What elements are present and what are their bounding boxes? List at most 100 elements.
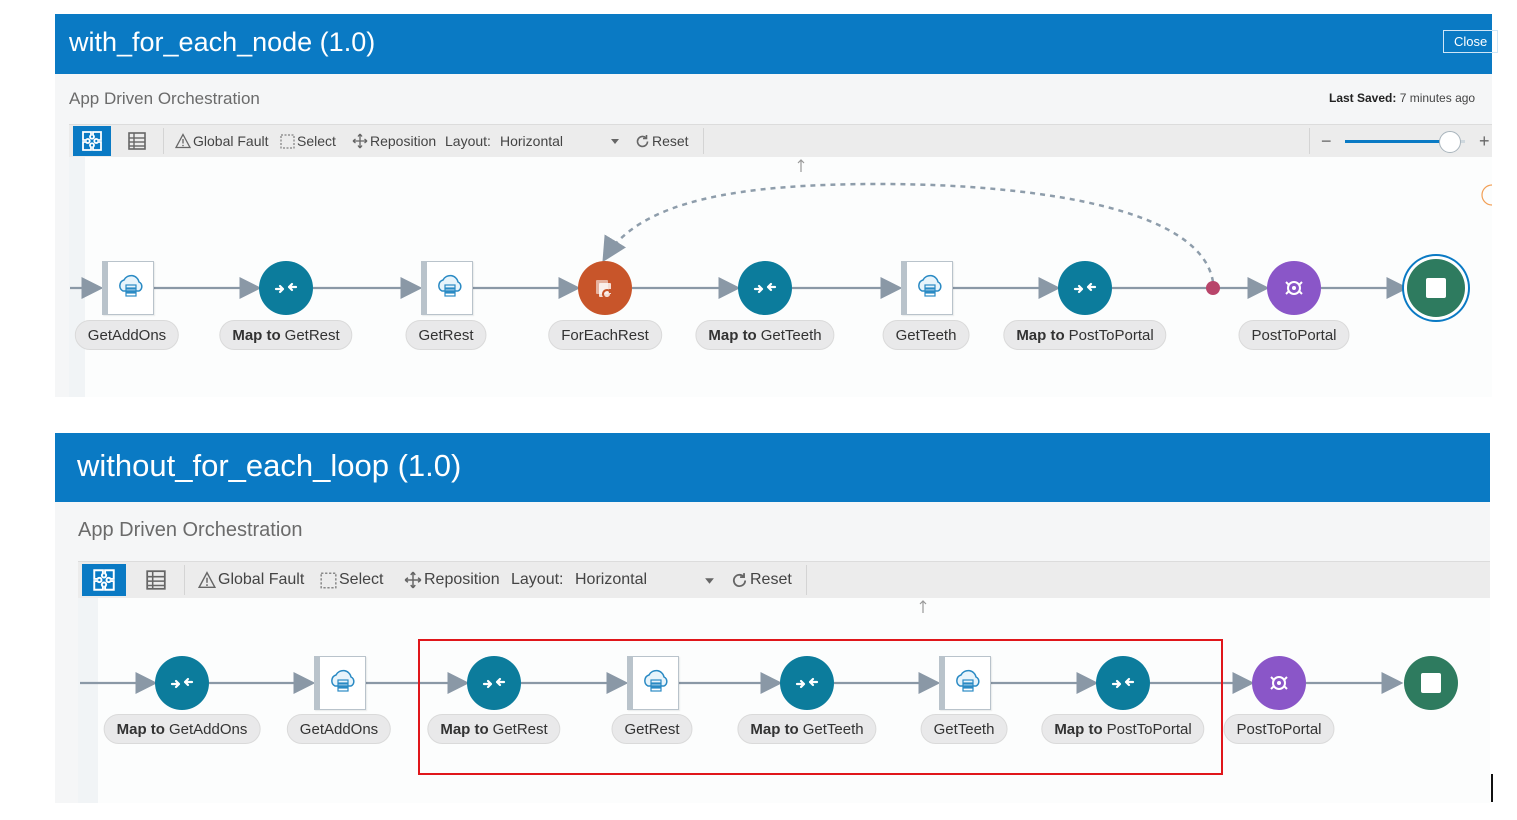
integration-title: without_for_each_loop (1.0) <box>77 448 462 483</box>
select-label: Select <box>339 571 384 588</box>
map-node[interactable] <box>259 261 313 315</box>
layout-value: Horizontal <box>500 133 564 149</box>
node-label-text: GetAddOns <box>87 326 167 344</box>
warning-icon <box>175 133 191 149</box>
node-label[interactable]: GetTeeth <box>882 320 970 350</box>
select-icon <box>280 134 295 148</box>
end-node[interactable] <box>1407 259 1465 317</box>
reposition-label: Reposition <box>424 571 500 588</box>
integration-node[interactable] <box>1252 656 1306 710</box>
panel-header: with_for_each_node (1.0) Close <box>55 14 1499 74</box>
layout-select[interactable]: Horizontal <box>575 562 715 598</box>
map-node[interactable] <box>155 656 209 710</box>
node-label[interactable]: Map to GetAddOns <box>103 714 261 744</box>
invoke-node[interactable] <box>421 261 473 315</box>
invoke-node[interactable] <box>102 261 154 315</box>
mapper-icon <box>753 282 777 294</box>
node-label-prefix: Map to <box>708 326 757 344</box>
reposition-button[interactable]: Reposition <box>404 562 500 598</box>
canvas-view-button[interactable] <box>73 126 111 156</box>
close-button[interactable]: Close <box>1443 30 1499 53</box>
zoom-in-button[interactable]: + <box>1479 125 1490 157</box>
reset-icon <box>732 572 747 587</box>
select-button[interactable]: Select <box>320 562 383 598</box>
for-each-icon <box>596 280 613 300</box>
layout-select[interactable]: Horizontal <box>500 125 620 157</box>
node-label-prefix: Map to <box>116 720 165 738</box>
scroll-up-icon[interactable] <box>796 159 806 173</box>
layout-label: Layout: <box>511 571 564 588</box>
canvas-view-button[interactable] <box>82 564 126 596</box>
global-fault-button[interactable]: Global Fault <box>175 125 268 157</box>
global-fault-button[interactable]: Global Fault <box>198 562 304 598</box>
node-label[interactable]: Map to PostToPortal <box>1003 320 1167 350</box>
node-label[interactable]: PostToPortal <box>1238 320 1350 350</box>
end-node[interactable] <box>1404 656 1458 710</box>
reposition-label: Reposition <box>370 133 437 149</box>
highlight-box <box>418 639 1223 775</box>
move-icon <box>404 571 422 589</box>
select-button[interactable]: Select <box>280 125 336 157</box>
node-label-text: GetAddOns <box>168 720 248 738</box>
layout-value: Horizontal <box>575 571 648 588</box>
reset-label: Reset <box>750 571 792 588</box>
stop-icon <box>1421 673 1441 693</box>
zoom-slider-thumb[interactable] <box>1439 131 1462 153</box>
node-label[interactable]: GetAddOns <box>74 320 180 350</box>
map-node[interactable] <box>738 261 792 315</box>
last-saved-value: 7 minutes ago <box>1399 91 1476 105</box>
reset-button[interactable]: Reset <box>731 562 792 598</box>
pseudo-view-button[interactable] <box>136 564 176 596</box>
node-label[interactable]: Map to GetTeeth <box>695 320 835 350</box>
rest-cloud-icon <box>437 274 462 297</box>
integration-node[interactable] <box>1267 261 1321 315</box>
toolbar-divider <box>806 565 807 595</box>
rest-cloud-icon <box>917 274 942 297</box>
node-label[interactable]: GetRest <box>405 320 487 350</box>
node-label-text: GetTeeth <box>895 326 957 344</box>
chevron-down-icon <box>705 577 714 584</box>
last-saved-status: Last Saved: 7 minutes ago <box>1329 91 1475 105</box>
node-label[interactable]: PostToPortal <box>1223 714 1335 744</box>
stop-icon <box>1426 278 1446 298</box>
foreach-node[interactable] <box>578 261 632 315</box>
last-saved-label: Last Saved: <box>1329 91 1397 105</box>
layout-label: Layout: <box>445 133 491 149</box>
zoom-out-button[interactable]: − <box>1321 125 1332 157</box>
global-fault-label: Global Fault <box>193 133 269 149</box>
list-view-icon <box>146 570 166 590</box>
node-label-text: GetRest <box>418 326 474 344</box>
node-label-text: GetAddOns <box>299 720 379 738</box>
node-label-text: ForEachRest <box>561 326 649 344</box>
canvas-rail <box>69 157 85 397</box>
select-label: Select <box>297 133 336 149</box>
list-view-icon <box>128 132 146 150</box>
pseudo-view-button[interactable] <box>119 126 155 156</box>
node-label-prefix: Map to <box>232 326 281 344</box>
scroll-up-icon[interactable] <box>918 600 928 614</box>
node-label-text: PostToPortal <box>1251 326 1337 344</box>
puzzle-icon <box>82 131 102 151</box>
mapper-icon <box>274 282 298 294</box>
integration-icon <box>1285 281 1303 295</box>
integration-title: with_for_each_node (1.0) <box>69 27 376 57</box>
reposition-button[interactable]: Reposition <box>352 125 436 157</box>
invoke-node[interactable] <box>314 656 366 710</box>
zoom-slider[interactable] <box>1345 131 1465 153</box>
reset-button[interactable]: Reset <box>635 125 689 157</box>
canvas-toolbar: Global Fault Select Reposition Layout: H… <box>78 561 1490 599</box>
puzzle-icon <box>93 569 115 591</box>
toolbar-divider <box>703 128 704 154</box>
text-cursor <box>1491 774 1493 802</box>
node-label[interactable]: ForEachRest <box>548 320 662 350</box>
node-label[interactable]: Map to GetRest <box>219 320 353 350</box>
invoke-node[interactable] <box>901 261 953 315</box>
node-label-text: PostToPortal <box>1068 326 1154 344</box>
map-node[interactable] <box>1058 261 1112 315</box>
global-fault-label: Global Fault <box>218 571 305 588</box>
zoom-slider-fill <box>1345 140 1450 143</box>
rest-cloud-icon <box>330 669 355 692</box>
node-label-text: GetTeeth <box>760 326 822 344</box>
node-label[interactable]: GetAddOns <box>286 714 392 744</box>
canvas-rail <box>78 598 98 803</box>
